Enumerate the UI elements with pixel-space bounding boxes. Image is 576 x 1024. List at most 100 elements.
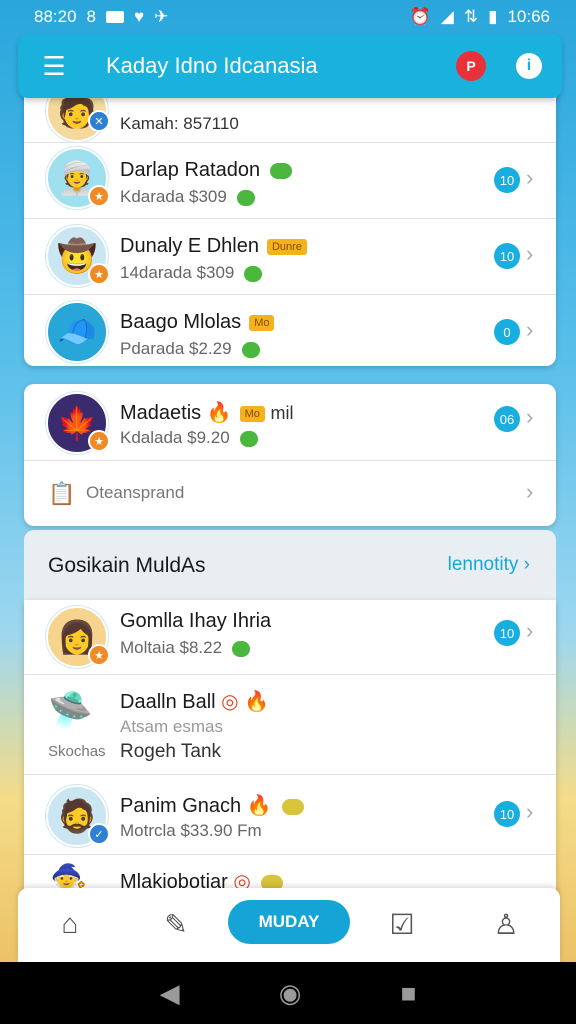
section-header: Gosikain MuldAs lennotity › <box>24 530 556 600</box>
recents-icon[interactable]: ■ <box>401 978 417 1009</box>
bottom-nav: ⌂ ✎ MUDAY ☑ ♙ <box>18 888 560 962</box>
section-list: 👩 ★ Gomlla Ihay Ihria Moltaia $8.22 10 ›… <box>24 600 556 900</box>
chevron-right-icon[interactable]: › <box>526 241 533 267</box>
chevron-right-icon[interactable]: › <box>526 165 533 191</box>
fire-icon: 🔥 <box>206 402 232 424</box>
list-item[interactable]: 👳 ★ Darlap Ratadon Kdarada $309 10 › <box>24 142 556 216</box>
home-circle-icon[interactable]: ◉ <box>279 978 302 1009</box>
item-subtitle-wrap: Moltaia $8.22 <box>120 638 251 658</box>
check-icon <box>232 640 251 657</box>
battery-icon: ▮ <box>488 7 498 26</box>
list-item[interactable]: 🧔 ✓ Panim Gnach 🔥 Motrcla $33.90 Fm 10 › <box>24 774 556 854</box>
status-dot-icon <box>281 798 304 815</box>
edit-icon[interactable]: ✎ <box>154 904 198 944</box>
chevron-right-icon[interactable]: › <box>526 799 533 825</box>
list-item[interactable]: 🛸 Daalln Ball ◎ 🔥 Atsam esmas Skochas Ro… <box>24 674 556 774</box>
app-title: Kaday Idno Idcanasia <box>106 53 318 78</box>
item-subtitle: Atsam esmas <box>120 717 223 736</box>
check-icon <box>244 265 263 282</box>
badge-icon: ★ <box>88 644 110 666</box>
item-subtitle: Pdarada $2.29 <box>120 339 232 358</box>
back-icon[interactable]: ◀ <box>160 978 180 1009</box>
status-time-left: 88:20 <box>34 7 77 26</box>
count-badge: 10 <box>494 243 520 269</box>
section-link[interactable]: lennotity › <box>448 554 530 576</box>
item-subtitle: Kdarada $309 <box>120 187 227 206</box>
item-subtitle: 14darada $309 <box>120 263 235 282</box>
item-name-suffix: mil <box>270 403 294 423</box>
status-bar: 88:20 8 ♥ ✈ ⏰ ◢ ⇅ ▮ 10:66 <box>0 0 576 34</box>
list-item[interactable]: 🍁 ★ Madaetis 🔥 Mo mil Kdalada $9.20 06 › <box>24 384 556 458</box>
list-item[interactable]: 🧢 Baago Mlolas Mo Pdarada $2.29 0 › <box>24 294 556 366</box>
item-subtitle-wrap: 14darada $309 <box>120 263 263 283</box>
chevron-right-icon[interactable]: › <box>526 404 533 430</box>
chevron-right-icon[interactable]: › <box>526 479 533 505</box>
check-icon <box>239 430 258 447</box>
heart-icon: ♥ <box>134 7 145 26</box>
tag-badge: Dunre <box>266 238 307 255</box>
chevron-right-icon[interactable]: › <box>526 618 533 644</box>
chevron-right-icon[interactable]: › <box>526 317 533 343</box>
count-badge: 10 <box>494 620 520 646</box>
item-name-wrap: Daalln Ball ◎ 🔥 <box>120 689 269 714</box>
nav-pill-button[interactable]: MUDAY <box>228 900 350 944</box>
avatar: 🧢 <box>46 301 108 363</box>
data-icon: ⇅ <box>463 7 479 26</box>
extra-row[interactable]: 📋 Oteansprand › <box>24 460 556 526</box>
badge-icon: ★ <box>88 263 110 285</box>
profile-icon[interactable]: ♙ <box>484 904 528 944</box>
item-name: Panim Gnach <box>120 795 242 817</box>
list-item[interactable]: 🤠 ★ Dunaly E Dhlen Dunre 14darada $309 10… <box>24 218 556 292</box>
item-name-wrap: Dunaly E Dhlen Dunre <box>120 235 307 258</box>
status-indicator: 8 <box>86 7 97 26</box>
clipboard-icon: 📋 <box>48 481 76 506</box>
group-card: 🍁 ★ Madaetis 🔥 Mo mil Kdalada $9.20 06 › … <box>24 384 556 526</box>
item-meta-left: Skochas <box>48 743 106 760</box>
target-icon: ◎ <box>221 691 239 713</box>
count-badge: 10 <box>494 801 520 827</box>
tag-badge: Mo <box>239 405 265 422</box>
badge-icon: ✓ <box>88 823 110 845</box>
fire-icon: 🔥 <box>246 795 272 817</box>
badge-icon: ★ <box>88 185 110 207</box>
section-title: Gosikain MuldAs <box>48 554 206 577</box>
item-subtitle: Kdalada $9.20 <box>120 428 230 447</box>
item-subtitle: Kamah: 857110 <box>120 114 239 133</box>
list-item[interactable]: 👩 ★ Gomlla Ihay Ihria Moltaia $8.22 10 › <box>24 600 556 674</box>
item-name: Daalln Ball <box>120 691 216 713</box>
item-name: Madaetis <box>120 402 202 424</box>
app-bar: ☰ Kaday Idno Idcanasia P i <box>18 34 562 98</box>
checklist-icon[interactable]: ☑ <box>380 904 424 944</box>
alarm-icon: ⏰ <box>409 7 431 26</box>
item-meta: Rogeh Tank <box>120 741 222 762</box>
item-name: Darlap Ratadon <box>120 159 261 181</box>
item-name: Baago Mlolas <box>120 311 242 333</box>
system-nav-bar: ◀ ◉ ■ <box>0 962 576 1024</box>
menu-icon[interactable]: ☰ <box>18 51 90 82</box>
count-badge: 06 <box>494 406 520 432</box>
item-subtitle: Motrcla $33.90 Fm <box>120 821 262 840</box>
check-icon <box>236 189 255 206</box>
cell-signal-icon: ◢ <box>440 7 454 26</box>
check-icon <box>241 341 260 358</box>
item-name-wrap: Madaetis 🔥 Mo mil <box>120 400 293 425</box>
notification-button[interactable]: P <box>456 51 486 81</box>
count-badge: 10 <box>494 167 520 193</box>
online-icon <box>270 162 293 179</box>
badge-icon: ★ <box>88 430 110 452</box>
notification-mini-icon <box>106 11 125 23</box>
home-icon[interactable]: ⌂ <box>48 904 92 944</box>
item-name-wrap: Baago Mlolas Mo <box>120 311 275 334</box>
count-badge: 0 <box>494 319 520 345</box>
avatar: 🛸 <box>48 689 93 730</box>
item-subtitle: Moltaia $8.22 <box>120 638 223 657</box>
tag-badge: Mo <box>249 314 275 331</box>
signal-icon: ✈ <box>154 7 169 26</box>
item-name: Gomlla Ihay Ihria <box>120 610 272 632</box>
fire-icon: 🔥 <box>244 691 270 713</box>
badge-icon: ✕ <box>88 110 110 132</box>
section-link-label: lennotity <box>447 554 519 575</box>
info-icon[interactable]: i <box>516 53 542 79</box>
item-subtitle-wrap: Kdalada $9.20 <box>120 428 258 448</box>
item-name: Dunaly E Dhlen <box>120 235 259 257</box>
